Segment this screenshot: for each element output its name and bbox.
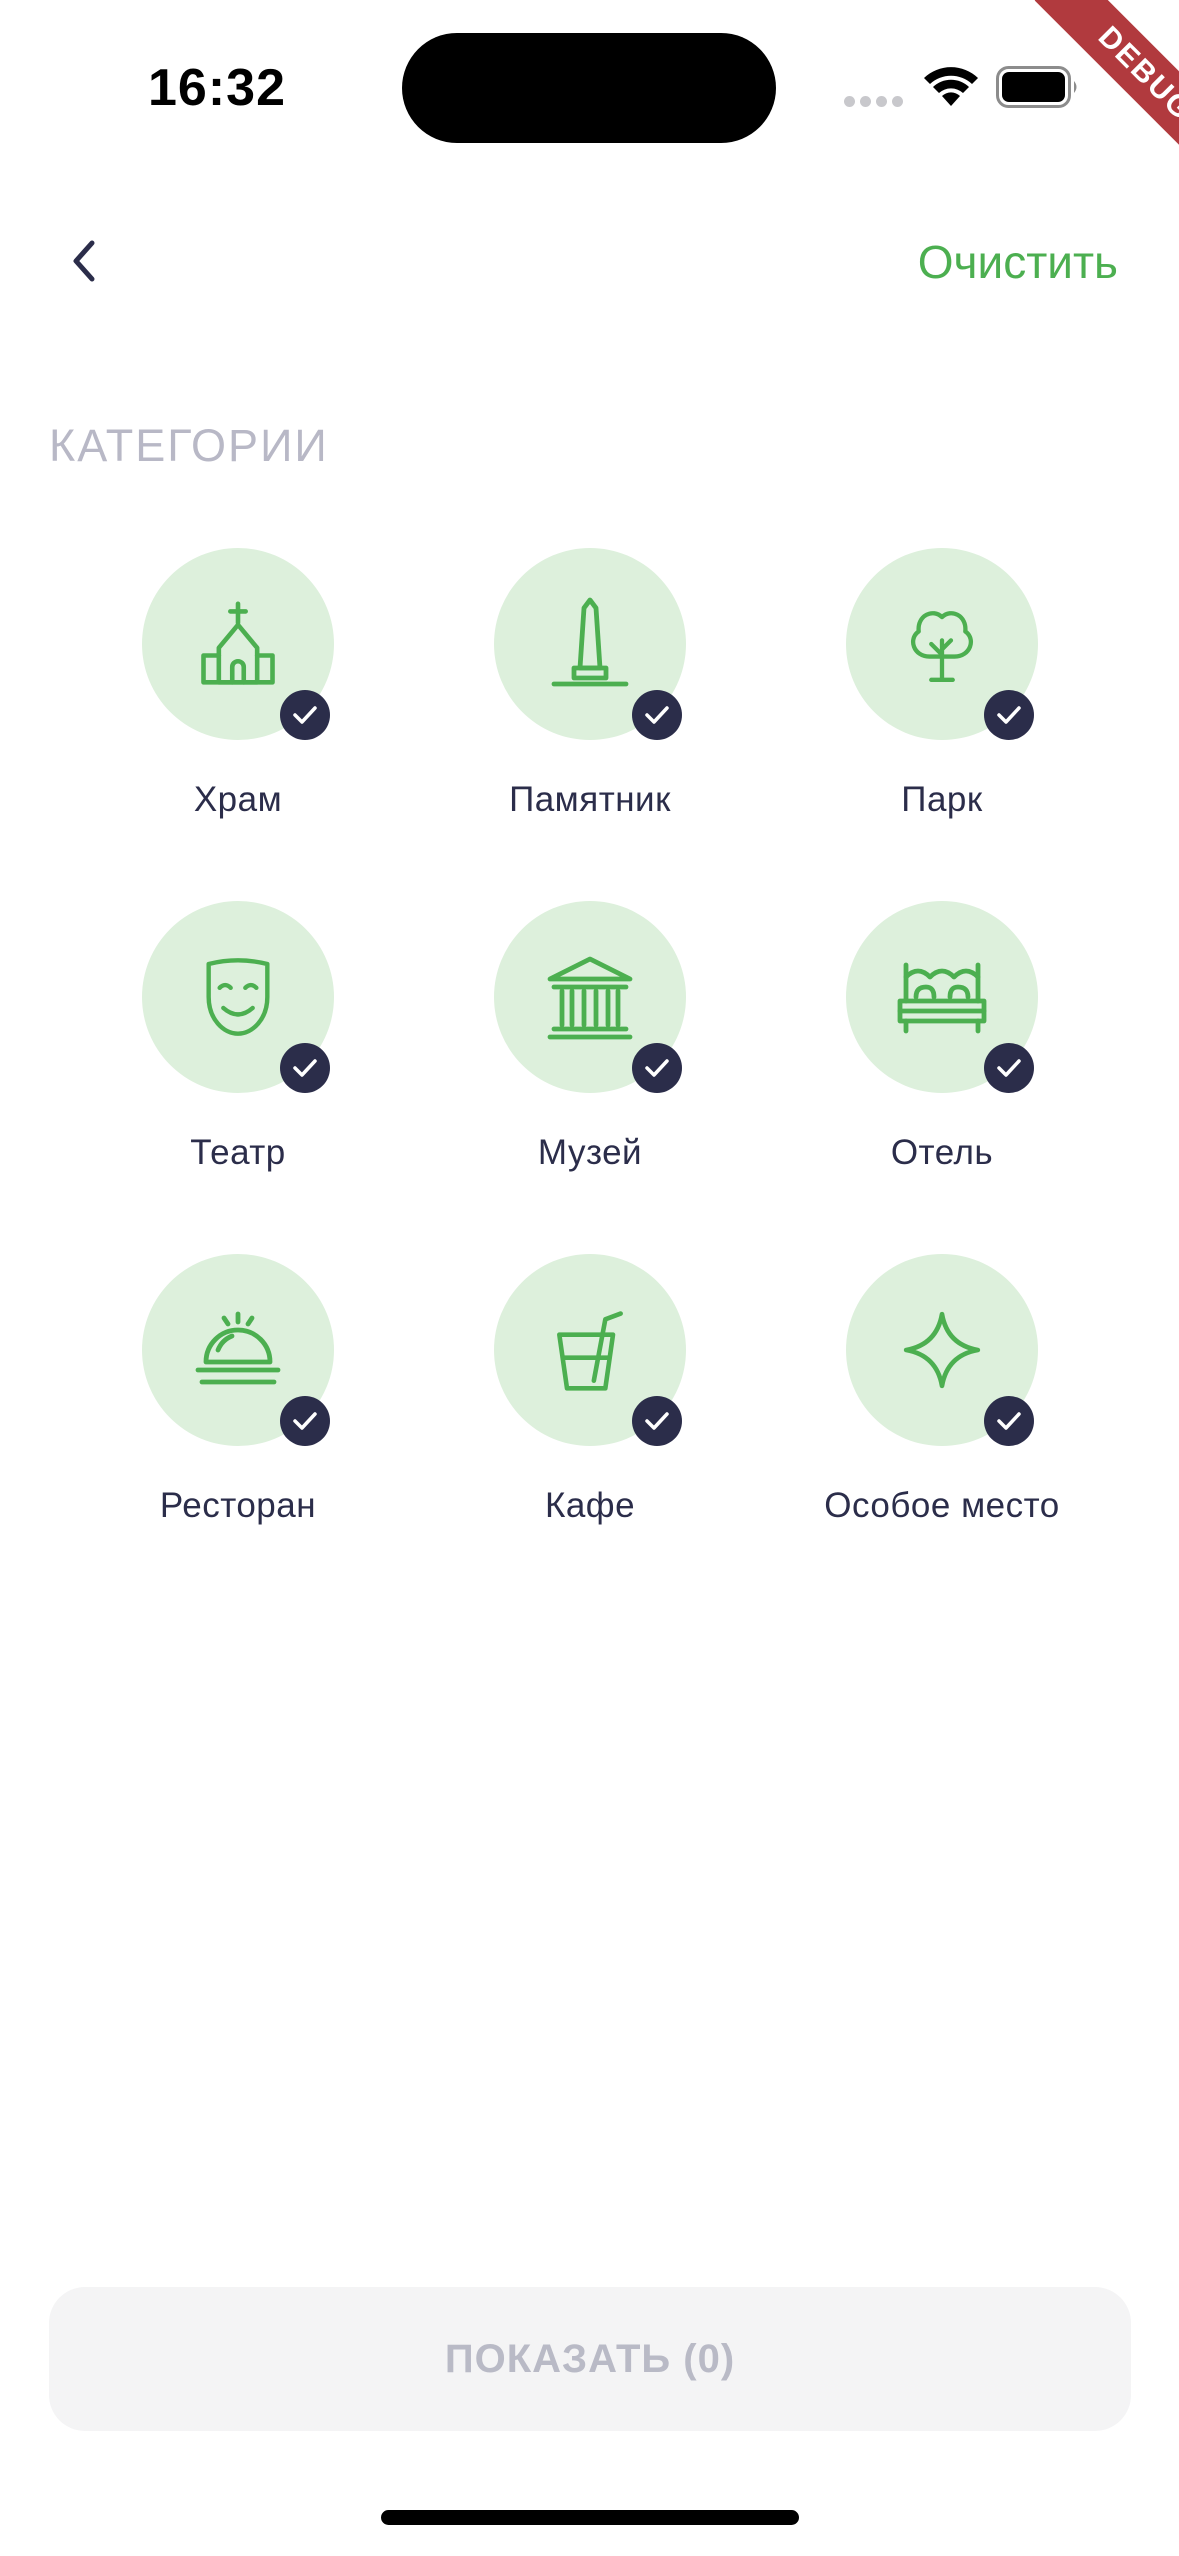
tree-icon [910,611,974,682]
category-museum[interactable]: Музей [414,901,766,1201]
selected-check-icon [984,1396,1034,1446]
selected-check-icon [280,1043,330,1093]
dynamic-island [402,33,776,143]
back-button[interactable] [52,226,116,296]
selected-check-icon [632,1043,682,1093]
status-bar: 16:32 DEBUG [0,0,1179,185]
cloche-icon [195,1311,281,1385]
category-temple[interactable]: Храм [62,548,414,848]
category-label: Музей [537,1133,643,1172]
category-monument[interactable]: Памятник [414,548,766,848]
theater-mask-icon [206,958,270,1036]
monument-icon [551,597,629,687]
selected-check-icon [280,1396,330,1446]
wifi-icon [924,67,978,106]
category-label: Особое место [824,1486,1060,1525]
category-label: Памятник [509,780,671,819]
cellular-signal-icon [844,96,904,108]
clear-button[interactable]: Очистить [918,232,1118,292]
selected-check-icon [984,690,1034,740]
selected-check-icon [984,1043,1034,1093]
show-results-button[interactable]: ПОКАЗАТЬ (0) [49,2287,1131,2431]
sparkle-icon [903,1311,981,1389]
section-title: КАТЕГОРИИ [49,420,329,471]
category-label: Кафе [544,1486,636,1525]
category-label: Храм [193,780,283,819]
drink-icon [557,1311,623,1391]
category-cafe[interactable]: Кафе [414,1254,766,1554]
debug-ribbon-label: DEBUG [1034,0,1179,185]
selected-check-icon [280,690,330,740]
category-restaurant[interactable]: Ресторан [62,1254,414,1554]
category-label: Парк [901,780,983,819]
home-indicator [381,2510,799,2525]
category-label: Отель [890,1133,994,1172]
category-label: Ресторан [159,1486,317,1525]
debug-ribbon: DEBUG [979,0,1179,200]
selected-check-icon [632,1396,682,1446]
category-label: Театр [190,1133,286,1172]
bed-icon [897,962,987,1034]
status-time: 16:32 [148,59,286,117]
church-icon [201,601,275,685]
museum-icon [547,956,633,1040]
category-park[interactable]: Парк [766,548,1118,848]
category-hotel[interactable]: Отель [766,901,1118,1201]
selected-check-icon [632,690,682,740]
category-theater[interactable]: Театр [62,901,414,1201]
chevron-left-icon [73,240,95,282]
category-special-place[interactable]: Особое место [766,1254,1118,1554]
